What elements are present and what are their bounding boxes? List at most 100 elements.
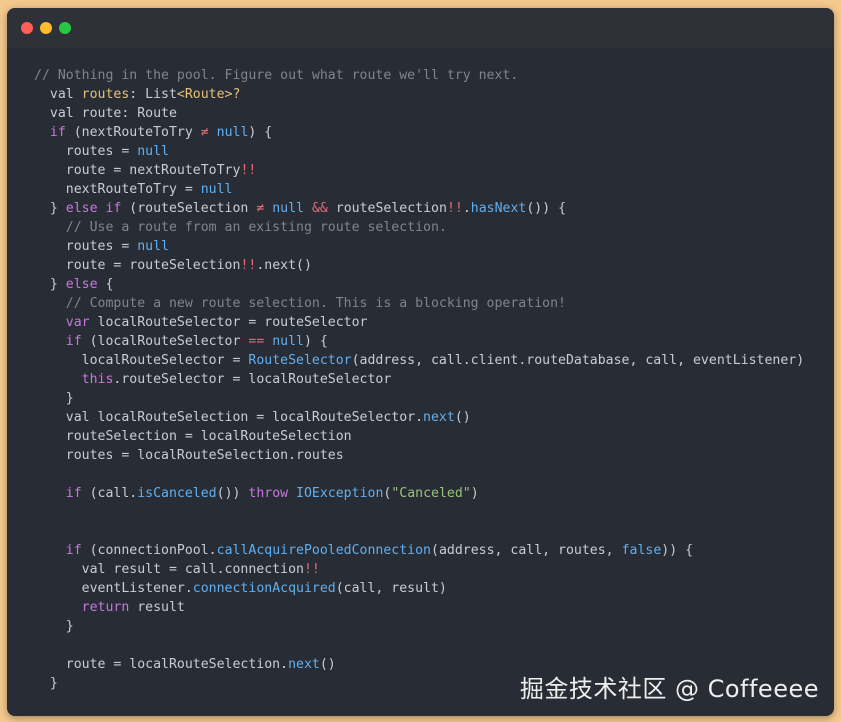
code-token-literal: null xyxy=(272,334,304,349)
code-token-function: next xyxy=(288,657,320,672)
code-line: eventListener.connectionAcquired(call, r… xyxy=(7,579,834,598)
code-line: return result xyxy=(7,598,834,617)
code-token-operator: == xyxy=(248,334,265,349)
code-token-plain: ) { xyxy=(248,125,273,140)
code-line: // Use a route from an existing route se… xyxy=(7,218,834,237)
code-block: // Nothing in the pool. Figure out what … xyxy=(7,66,834,693)
code-token-keyword: else if xyxy=(65,201,122,216)
code-line: this.routeSelector = localRouteSelector xyxy=(7,370,834,389)
code-line: } xyxy=(7,389,834,408)
code-line: routes = null xyxy=(7,237,834,256)
window-titlebar xyxy=(7,8,834,48)
code-token-function: RouteSelector xyxy=(248,353,352,368)
code-token-literal: null xyxy=(137,239,169,254)
code-token-plain: (routeSelection xyxy=(121,201,257,216)
code-token-operator: !! xyxy=(240,258,257,273)
code-token-plain: } xyxy=(34,277,66,292)
minimize-dot-icon[interactable] xyxy=(40,22,52,34)
code-line: if (connectionPool.callAcquirePooledConn… xyxy=(7,541,834,560)
code-token-function: connectionAcquired xyxy=(192,581,336,596)
code-token-plain: { xyxy=(97,277,114,292)
code-line: } else { xyxy=(7,275,834,294)
code-token-keyword: throw xyxy=(248,486,289,501)
code-token-operator: ≠ xyxy=(200,125,209,140)
code-token-type: <Route>? xyxy=(176,87,241,102)
code-token-function: next xyxy=(423,410,455,425)
code-token-keyword: var xyxy=(34,315,90,330)
code-token-comment: // Nothing in the pool. Figure out what … xyxy=(34,68,519,83)
code-token-keyword: return xyxy=(34,600,130,615)
code-token-plain: ) { xyxy=(303,334,328,349)
code-token-plain: (call. xyxy=(81,486,138,501)
code-token-plain: routeSelection xyxy=(327,201,447,216)
code-token-plain: route = routeSelection xyxy=(34,258,241,273)
code-token-plain: val xyxy=(34,87,82,102)
code-token-keyword: this xyxy=(34,372,114,387)
code-token-plain: } xyxy=(34,391,74,406)
code-token-plain: (connectionPool. xyxy=(81,543,217,558)
code-token-literal: null xyxy=(216,125,249,140)
code-token-plain: (localRouteSelector xyxy=(81,334,249,349)
code-token-function: callAcquirePooledConnection xyxy=(216,543,431,558)
code-line: localRouteSelector = RouteSelector(addre… xyxy=(7,351,834,370)
code-line: route = nextRouteToTry!! xyxy=(7,161,834,180)
code-token-plain: eventListener. xyxy=(34,581,193,596)
code-line: } else if (routeSelection ≠ null && rout… xyxy=(7,199,834,218)
code-token-plain: } xyxy=(34,619,74,634)
code-line: val localRouteSelection = localRouteSele… xyxy=(7,408,834,427)
code-token-literal: null xyxy=(272,201,304,216)
code-token-comment: // Use a route from an existing route se… xyxy=(34,220,447,235)
code-token-operator: !! xyxy=(446,201,463,216)
code-token-plain: () xyxy=(454,410,471,425)
code-token-plain: () xyxy=(319,657,336,672)
zoom-dot-icon[interactable] xyxy=(59,22,71,34)
code-token-plain: routes = localRouteSelection.routes xyxy=(34,448,344,463)
code-token-plain: (call, result) xyxy=(335,581,447,596)
code-token-string: "Canceled" xyxy=(391,486,471,501)
code-line: var localRouteSelector = routeSelector xyxy=(7,313,834,332)
code-token-plain: . xyxy=(462,201,471,216)
code-line: // Nothing in the pool. Figure out what … xyxy=(7,66,834,85)
code-line: nextRouteToTry = null xyxy=(7,180,834,199)
code-token-keyword: if xyxy=(34,486,82,501)
code-line: route = routeSelection!!.next() xyxy=(7,256,834,275)
code-token-plain: ) xyxy=(470,486,479,501)
code-token-comment: // Compute a new route selection. This i… xyxy=(34,296,566,311)
code-token-plain: (address, call, routes, xyxy=(431,543,622,558)
code-token-plain: } xyxy=(34,676,58,691)
code-line: if (call.isCanceled()) throw IOException… xyxy=(7,484,834,503)
code-token-plain: route = nextRouteToTry xyxy=(34,163,241,178)
code-token-plain: routes = xyxy=(34,239,138,254)
code-window: // Nothing in the pool. Figure out what … xyxy=(7,8,834,716)
code-token-function: hasNext xyxy=(470,201,527,216)
close-dot-icon[interactable] xyxy=(21,22,33,34)
watermark: 掘金技术社区 @ Coffeeee xyxy=(519,675,819,703)
code-token-operator: && xyxy=(311,201,328,216)
code-token-keyword: if xyxy=(34,543,82,558)
code-token-plain: : List xyxy=(129,87,177,102)
code-token-plain: val localRouteSelection = localRouteSele… xyxy=(34,410,424,425)
code-token-literal: null xyxy=(137,144,169,159)
code-token-plain: localRouteSelector = routeSelector xyxy=(89,315,368,330)
code-token-function: isCanceled xyxy=(137,486,217,501)
code-line: if (localRouteSelector == null) { xyxy=(7,332,834,351)
code-token-plain: routeSelection = localRouteSelection xyxy=(34,429,352,444)
code-token-literal: null xyxy=(200,182,233,197)
code-token-operator: !! xyxy=(240,163,257,178)
code-token-plain: result xyxy=(129,600,185,615)
code-token-type: routes xyxy=(81,87,130,102)
code-token-plain: ()) { xyxy=(526,201,567,216)
code-line: // Compute a new route selection. This i… xyxy=(7,294,834,313)
code-token-plain: nextRouteToTry = xyxy=(34,182,201,197)
code-token-plain: (address, call.client.routeDatabase, cal… xyxy=(351,353,805,368)
code-token-plain: val result = call.connection xyxy=(34,562,304,577)
code-token-operator: !! xyxy=(303,562,320,577)
code-line: } xyxy=(7,617,834,636)
code-line: routes = localRouteSelection.routes xyxy=(7,446,834,465)
